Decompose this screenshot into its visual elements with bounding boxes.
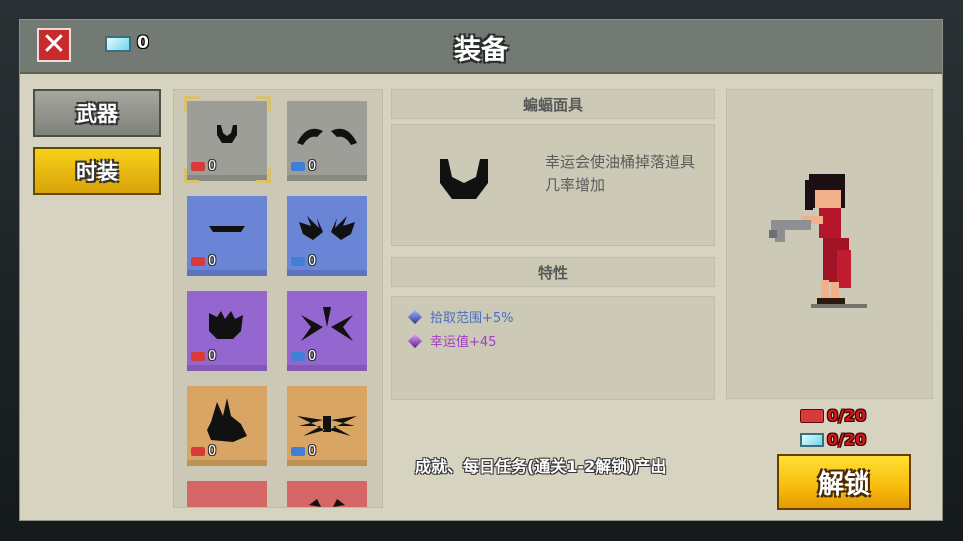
grid-item-red-1[interactable] bbox=[187, 481, 267, 507]
unlock-button[interactable]: 解锁 bbox=[777, 454, 911, 510]
grid-item-purple-wings[interactable]: 0 bbox=[287, 291, 367, 371]
shard-badge: 0 bbox=[191, 444, 216, 459]
shard-count: 0 bbox=[208, 444, 217, 459]
tab-costume[interactable]: 时装 bbox=[33, 147, 161, 195]
blue-gem-icon bbox=[407, 309, 423, 324]
shard-count: 0 bbox=[208, 254, 217, 269]
grid-item-bat-wings[interactable]: 0 bbox=[287, 101, 367, 181]
shard-count: 0 bbox=[308, 254, 317, 269]
shard-badge: 0 bbox=[291, 159, 316, 174]
selection-corner-tr bbox=[256, 96, 271, 111]
ticket-cost-text: 0/20 bbox=[827, 430, 867, 449]
shard-cost-text: 0/20 bbox=[827, 406, 867, 425]
grid-item-spiky-wings[interactable]: 0 bbox=[287, 196, 367, 276]
trait-text: 幸运值+45 bbox=[430, 335, 497, 350]
character-sprite bbox=[769, 174, 867, 308]
ticket-icon bbox=[800, 432, 824, 447]
ticket-cost: 0/20 bbox=[800, 430, 866, 449]
top-bar: ✕ 0 装备 bbox=[20, 20, 942, 74]
red-item-icon bbox=[309, 499, 345, 507]
item-description: 幸运会使油桶掉落道具几率增加 bbox=[545, 153, 696, 194]
shard-badge: 0 bbox=[291, 254, 316, 269]
grid-item-bat-mask[interactable]: 0 bbox=[187, 101, 267, 181]
grid-item-bunny-ears[interactable]: 0 bbox=[187, 386, 267, 466]
shard-count: 0 bbox=[308, 349, 317, 364]
grid-item-purple-ears[interactable]: 0 bbox=[187, 291, 267, 371]
shard-cost: 0/20 bbox=[800, 406, 866, 425]
blue-shard-icon bbox=[291, 352, 305, 361]
source-text: 成就、每日任务(通关1-2解锁)产出 bbox=[415, 457, 667, 476]
shard-badge: 0 bbox=[191, 254, 216, 269]
grid-item-feather-wings[interactable]: 0 bbox=[287, 386, 367, 466]
selection-corner-tl bbox=[184, 96, 199, 111]
trait-text: 拾取范围+5% bbox=[430, 311, 514, 326]
page-title: 装备 bbox=[454, 35, 508, 66]
grid-item-mustache[interactable]: 0 bbox=[187, 196, 267, 276]
item-name: 蝙蝠面具 bbox=[391, 89, 715, 119]
bat-mask-preview-icon bbox=[440, 159, 488, 199]
trait-item: 幸运值+45 bbox=[407, 331, 497, 350]
tab-weapon[interactable]: 武器 bbox=[33, 89, 161, 137]
shard-count: 0 bbox=[208, 159, 217, 174]
costume-grid: 0 0 0 0 0 0 0 0 bbox=[173, 89, 383, 508]
blue-shard-icon bbox=[291, 162, 305, 171]
character-preview bbox=[726, 89, 933, 399]
shard-count: 0 bbox=[308, 444, 317, 459]
blue-shard-icon bbox=[291, 447, 305, 456]
purple-gem-icon bbox=[407, 333, 423, 348]
shard-badge: 0 bbox=[291, 349, 316, 364]
red-shard-icon bbox=[800, 408, 824, 423]
trait-item: 拾取范围+5% bbox=[407, 307, 514, 326]
shard-badge: 0 bbox=[291, 444, 316, 459]
red-shard-icon bbox=[191, 257, 205, 266]
red-shard-icon bbox=[191, 352, 205, 361]
selection-corner-bl bbox=[184, 168, 199, 183]
shard-count: 0 bbox=[308, 159, 317, 174]
equipment-panel: ✕ 0 装备 武器 时装 0 0 0 0 0 0 0 0 蝙蝠面具 幸运会使油桶… bbox=[19, 19, 943, 521]
traits-box: 拾取范围+5% 幸运值+45 bbox=[391, 296, 715, 400]
red-shard-icon bbox=[191, 447, 205, 456]
shard-badge: 0 bbox=[191, 349, 216, 364]
blue-shard-icon bbox=[291, 257, 305, 266]
shard-count: 0 bbox=[208, 349, 217, 364]
item-detail-box: 幸运会使油桶掉落道具几率增加 bbox=[391, 124, 715, 246]
traits-header: 特性 bbox=[391, 257, 715, 287]
selection-corner-br bbox=[256, 168, 271, 183]
grid-item-red-2[interactable] bbox=[287, 481, 367, 507]
